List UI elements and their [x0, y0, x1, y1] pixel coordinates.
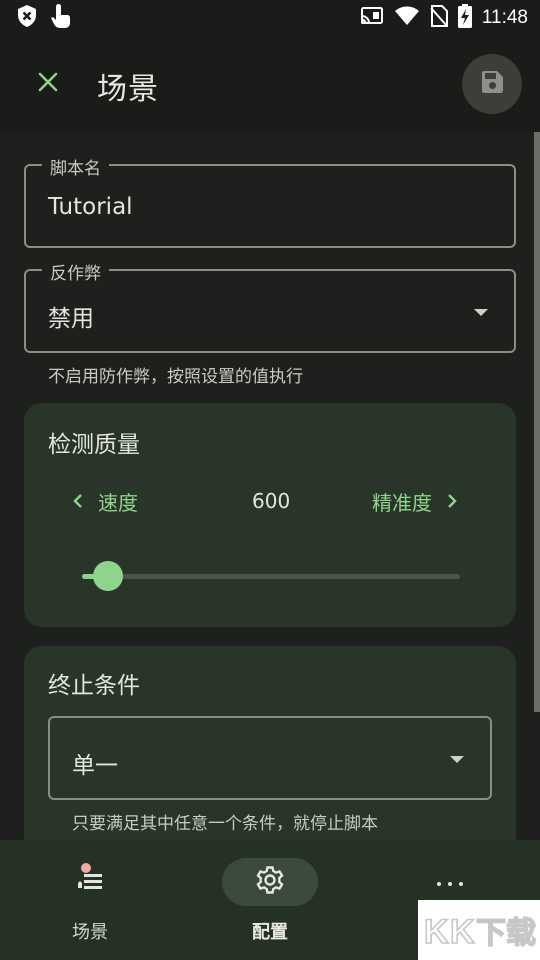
- nav-label-scene: 场景: [72, 922, 108, 943]
- dropdown-arrow-icon: [474, 309, 488, 316]
- stop-condition-helper: 只要满足其中任意一个条件，就停止脚本: [72, 814, 378, 834]
- cast-icon: [360, 6, 384, 30]
- svg-text:载: 载: [506, 916, 536, 951]
- status-bar: 11:48: [0, 0, 540, 36]
- scene-list-icon: [75, 868, 105, 896]
- detection-quality-card: 检测质量 速度 600 精准度: [24, 403, 516, 627]
- svg-text:下: 下: [476, 916, 506, 951]
- chevron-right-icon: [446, 490, 458, 514]
- page-title: 场景: [97, 72, 159, 107]
- stop-condition-dropdown[interactable]: 单一: [48, 716, 492, 800]
- script-name-label: 脚本名: [42, 154, 109, 179]
- stop-condition-value: 单一: [72, 753, 118, 779]
- stop-condition-title: 终止条件: [48, 673, 140, 699]
- nav-label-config: 配置: [252, 922, 288, 943]
- slider-thumb[interactable]: [93, 561, 123, 591]
- anti-cheat-dropdown[interactable]: 反作弊 禁用: [24, 259, 516, 353]
- gear-icon: [255, 865, 285, 899]
- quality-slider[interactable]: [82, 561, 460, 591]
- touch-icon: [50, 3, 72, 33]
- script-name-field[interactable]: 脚本名 Tutorial: [24, 154, 516, 248]
- nav-item-scene[interactable]: 场景: [20, 858, 160, 948]
- settings-content[interactable]: 脚本名 Tutorial 反作弊 禁用 不启用防作弊，按照设置的值执行 检测质量…: [0, 132, 540, 840]
- anti-cheat-value: 禁用: [48, 306, 94, 332]
- svg-text:K: K: [450, 913, 475, 951]
- watermark-logo: K K 下 载: [418, 900, 540, 960]
- close-icon: [37, 71, 59, 97]
- nav-icon-container: [402, 858, 498, 906]
- notification-badge: [81, 863, 91, 873]
- nav-item-config[interactable]: 配置: [200, 858, 340, 948]
- precision-button[interactable]: 精准度: [372, 487, 458, 516]
- save-button[interactable]: [462, 54, 522, 114]
- svg-text:K: K: [424, 913, 449, 951]
- speed-button[interactable]: 速度: [72, 487, 138, 516]
- close-button[interactable]: [28, 64, 68, 104]
- app-bar: 场景: [0, 36, 540, 132]
- status-right: 11:48: [360, 4, 528, 32]
- detection-quality-title: 检测质量: [48, 432, 140, 458]
- chevron-left-icon: [72, 490, 84, 514]
- stop-condition-card: 终止条件 单一 只要满足其中任意一个条件，就停止脚本: [24, 646, 516, 840]
- save-icon: [480, 70, 504, 98]
- script-name-value[interactable]: Tutorial: [48, 194, 133, 220]
- precision-label: 精准度: [372, 491, 432, 515]
- battery-charging-icon: [457, 4, 472, 32]
- anti-cheat-helper: 不启用防作弊，按照设置的值执行: [48, 367, 303, 387]
- status-left: [16, 3, 72, 33]
- quality-value: 600: [252, 489, 291, 513]
- status-clock: 11:48: [481, 7, 528, 28]
- nav-icon-container: [222, 858, 318, 906]
- wifi-icon: [394, 6, 420, 30]
- slider-track: [82, 574, 460, 579]
- quality-row: 速度 600 精准度: [24, 487, 516, 519]
- no-sim-icon: [430, 5, 448, 31]
- scrollbar[interactable]: [534, 132, 540, 712]
- anti-cheat-label: 反作弊: [42, 259, 109, 284]
- shield-x-icon: [16, 4, 38, 32]
- dropdown-arrow-icon: [450, 756, 464, 763]
- speed-label: 速度: [98, 491, 138, 515]
- more-icon: [435, 873, 465, 892]
